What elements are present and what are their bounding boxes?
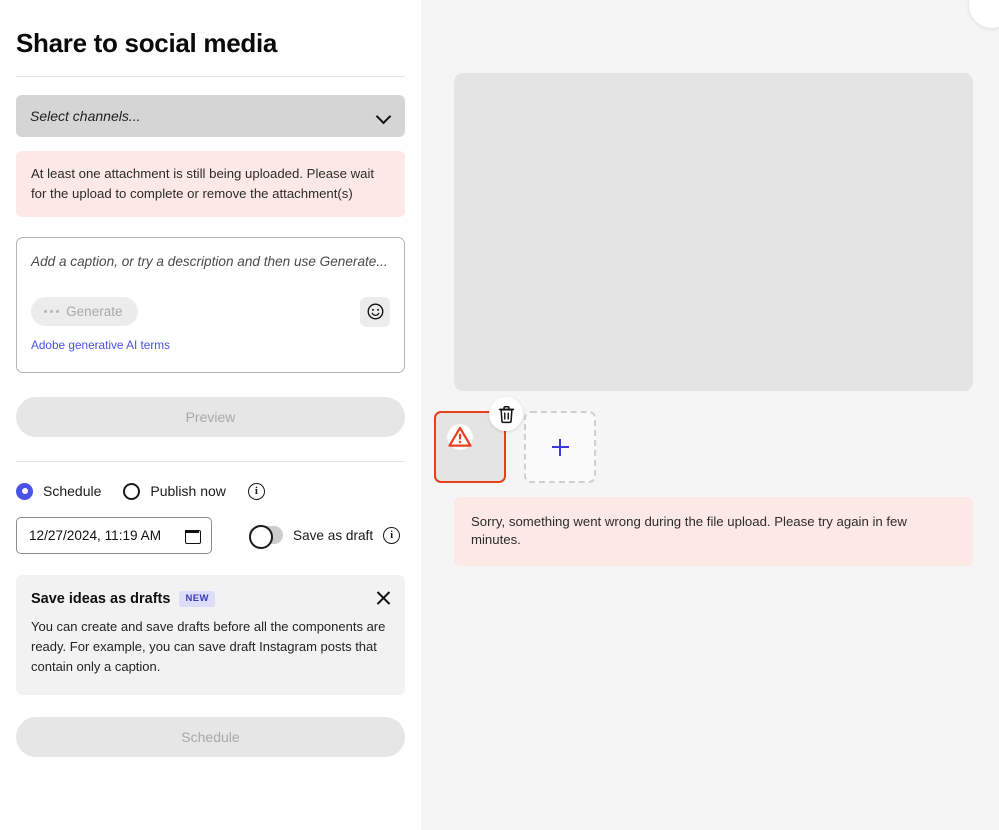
- media-preview-placeholder[interactable]: [454, 73, 973, 391]
- upload-error-banner: Sorry, something went wrong during the f…: [454, 497, 973, 566]
- new-badge: NEW: [179, 591, 214, 607]
- radio-publish-now[interactable]: [123, 483, 140, 500]
- chevron-down-icon: [377, 109, 391, 123]
- radio-publish-now-label: Publish now: [150, 483, 226, 499]
- generate-button[interactable]: Generate: [31, 297, 138, 326]
- delete-attachment-button[interactable]: [489, 397, 523, 431]
- smiley-face-icon: [366, 302, 385, 321]
- promo-body-text: You can create and save drafts before al…: [31, 617, 390, 677]
- save-as-draft-label: Save as draft: [293, 528, 373, 543]
- radio-schedule[interactable]: [16, 483, 33, 500]
- left-form-panel: Share to social media Select channels...…: [0, 0, 421, 830]
- radio-schedule-label: Schedule: [43, 483, 101, 499]
- caption-placeholder: Add a caption, or try a description and …: [31, 252, 390, 271]
- warning-triangle-icon: [446, 423, 474, 451]
- save-as-draft-group: Save as draft i: [249, 526, 400, 544]
- options-divider: [16, 461, 405, 462]
- channel-select[interactable]: Select channels...: [16, 95, 405, 137]
- promo-header: Save ideas as drafts NEW: [31, 591, 390, 607]
- title-divider: [16, 76, 405, 77]
- attachment-warning-banner: At least one attachment is still being u…: [16, 151, 405, 217]
- promo-title: Save ideas as drafts: [31, 591, 170, 607]
- corner-circle-decoration: [969, 0, 999, 28]
- info-circle-icon-draft[interactable]: i: [383, 527, 400, 544]
- adobe-generative-ai-terms-link[interactable]: Adobe generative AI terms: [31, 338, 390, 352]
- save-ideas-promo-card: Save ideas as drafts NEW You can create …: [16, 575, 405, 695]
- attachment-thumb-error[interactable]: [434, 411, 506, 483]
- page-title: Share to social media: [16, 0, 405, 59]
- channel-select-placeholder: Select channels...: [30, 108, 377, 124]
- publish-options-row: Schedule Publish now i: [16, 483, 405, 500]
- save-as-draft-toggle[interactable]: [249, 526, 283, 544]
- schedule-datetime-input[interactable]: 12/27/2024, 11:19 AM: [16, 517, 212, 554]
- caption-editor[interactable]: Add a caption, or try a description and …: [16, 237, 405, 373]
- emoji-picker-button[interactable]: [360, 297, 390, 327]
- close-x-icon[interactable]: [375, 590, 392, 607]
- schedule-datetime-value: 12/27/2024, 11:19 AM: [29, 528, 185, 543]
- right-media-panel: Sorry, something went wrong during the f…: [421, 0, 999, 830]
- caption-actions: Generate: [31, 297, 390, 327]
- schedule-submit-button[interactable]: Schedule: [16, 717, 405, 757]
- info-circle-icon-publish[interactable]: i: [248, 483, 265, 500]
- calendar-icon[interactable]: [185, 528, 199, 542]
- add-attachment-tile[interactable]: [524, 411, 596, 483]
- three-dots-icon: [44, 310, 59, 313]
- generate-button-label: Generate: [66, 304, 122, 319]
- share-to-social-media-dialog: Share to social media Select channels...…: [0, 0, 999, 830]
- schedule-date-row: 12/27/2024, 11:19 AM Save as draft i: [16, 517, 405, 554]
- preview-button[interactable]: Preview: [16, 397, 405, 437]
- attachment-thumbnails: [434, 411, 596, 483]
- plus-icon: [552, 439, 569, 456]
- trash-icon: [498, 405, 515, 424]
